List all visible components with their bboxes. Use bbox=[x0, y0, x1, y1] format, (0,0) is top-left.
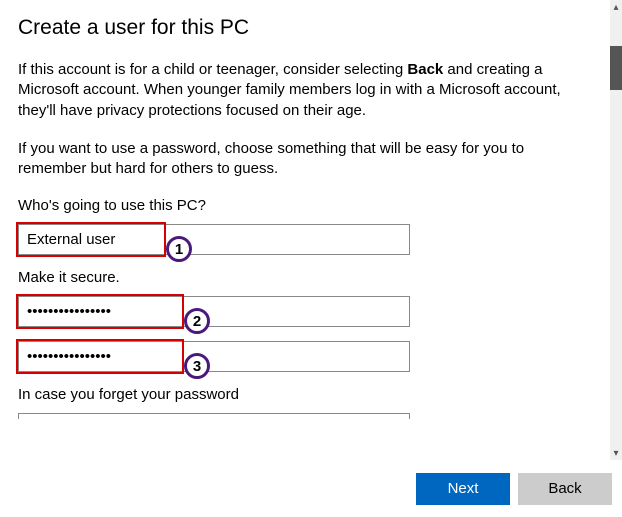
intro-paragraph-2: If you want to use a password, choose so… bbox=[18, 139, 594, 180]
security-question-input-cutoff[interactable] bbox=[18, 413, 410, 419]
scroll-down-icon[interactable]: ▾ bbox=[610, 446, 622, 460]
confirm-password-input[interactable] bbox=[18, 341, 410, 372]
annotation-badge-3: 3 bbox=[184, 353, 210, 379]
dialog-body: Create a user for this PC If this accoun… bbox=[0, 0, 612, 460]
field-row-confirm: 3 bbox=[18, 341, 594, 372]
intro-paragraph-1: If this account is for a child or teenag… bbox=[18, 60, 594, 121]
back-button[interactable]: Back bbox=[518, 473, 612, 505]
label-forget: In case you forget your password bbox=[18, 386, 594, 403]
scroll-up-icon[interactable]: ▴ bbox=[610, 0, 622, 14]
field-row-password: 2 bbox=[18, 296, 594, 327]
annotation-badge-2: 2 bbox=[184, 308, 210, 334]
text-span: If this account is for a child or teenag… bbox=[18, 61, 407, 78]
username-input[interactable] bbox=[18, 224, 410, 255]
scrollbar-thumb[interactable] bbox=[610, 46, 622, 90]
scrollbar[interactable]: ▴ ▾ bbox=[610, 0, 622, 460]
page-title: Create a user for this PC bbox=[18, 16, 594, 40]
label-secure: Make it secure. bbox=[18, 269, 594, 286]
dialog-footer: Next Back bbox=[0, 460, 622, 517]
field-row-username: 1 bbox=[18, 224, 594, 255]
next-button[interactable]: Next bbox=[416, 473, 510, 505]
annotation-badge-1: 1 bbox=[166, 236, 192, 262]
password-input[interactable] bbox=[18, 296, 410, 327]
bold-back: Back bbox=[407, 61, 443, 78]
label-who: Who's going to use this PC? bbox=[18, 197, 594, 214]
